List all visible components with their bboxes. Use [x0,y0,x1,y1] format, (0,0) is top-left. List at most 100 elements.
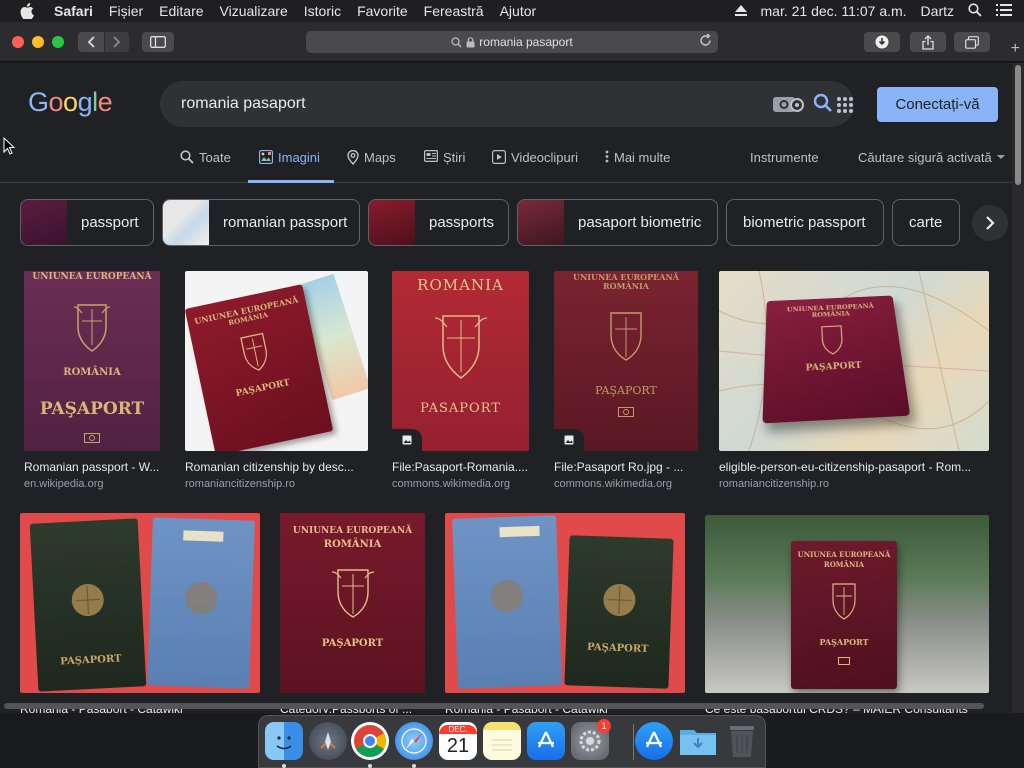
menu-app-safari[interactable]: Safari [54,3,93,19]
new-tab-icon[interactable]: + [1011,40,1020,58]
calendar-icon[interactable]: DEC. 21 [439,722,477,760]
chip-romanian-passport[interactable]: romanian passport [162,199,360,246]
result-title[interactable]: File:Pasaport Ro.jpg - ... [554,460,698,474]
vertical-scrollbar[interactable] [1012,63,1024,713]
chip-passports[interactable]: passports [368,199,509,246]
image-result[interactable]: UNIUNEA EUROPEANĂ ROMÂNIA PAŞAPORT File:… [554,271,698,496]
chip-biometric-passport[interactable]: biometric passport [726,199,884,246]
horizontal-scrollbar[interactable] [4,703,984,709]
back-button[interactable] [78,32,104,52]
passport-eu-text: UNIUNEA EUROPEANĂ [32,272,152,282]
image-result[interactable]: UNIUNEA EUROPEANĂ ROMÂNIA PAŞAPORT Ce es… [705,515,989,713]
apple-menu-icon[interactable] [20,3,38,19]
tab-news[interactable]: Știri [424,150,465,183]
safari-icon[interactable] [395,722,433,760]
passport-doc-text: PAŞAPORT [595,383,657,397]
menu-window[interactable]: Fereastră [424,3,484,19]
window-zoom-button[interactable] [52,36,64,48]
app-store-download-icon[interactable] [635,722,673,760]
result-source[interactable]: romaniancitizenship.ro [185,478,295,490]
window-close-button[interactable] [12,36,24,48]
chip-pasaport-biometric[interactable]: pasaport biometric [517,199,718,246]
share-button[interactable] [910,32,946,52]
passport-eu-text: UNIUNEA EUROPEANĂ [292,526,413,536]
macos-menu-bar: Safari Fișier Editare Vizualizare Istori… [0,0,1024,22]
menubar-clock[interactable]: mar. 21 dec. 11:07 a.m. [761,3,907,19]
notes-icon[interactable] [483,722,521,760]
chrome-icon[interactable] [351,722,389,760]
image-result[interactable]: UNIUNEA EUROPEANĂ ROMÂNIA PAŞAPORT Roman… [185,271,368,496]
image-result[interactable]: UNIUNEA EUROPEANĂ ROMÂNIA PAŞAPORT Categ… [280,513,425,713]
sidebar-toggle-button[interactable] [142,32,174,52]
window-minimize-button[interactable] [32,36,44,48]
search-icon[interactable] [813,93,833,118]
result-image[interactable]: UNIUNEA EUROPEANĂ ROMÂNIA PAŞAPORT [705,515,989,693]
result-title[interactable]: Romanian passport - W... [24,460,160,474]
result-image[interactable]: UNIUNEA EUROPEANĂ ROMÂNIA PAŞAPORT [24,271,160,451]
google-logo[interactable]: Google [28,87,113,118]
result-source[interactable]: en.wikipedia.org [24,478,104,490]
eject-icon[interactable] [734,3,747,19]
tab-more[interactable]: Mai multe [605,150,670,183]
coat-of-arms-icon [490,580,523,613]
tools-button[interactable]: Instrumente [750,150,819,183]
tab-maps[interactable]: Maps [347,150,396,183]
search-box[interactable]: romania pasaport [160,81,854,127]
trash-icon[interactable] [723,722,761,760]
chip-carte[interactable]: carte [892,199,960,246]
result-image[interactable]: UNIUNEA EUROPEANĂ ROMÂNIA PAŞAPORT [280,513,425,693]
launchpad-icon[interactable] [309,722,347,760]
camera-search-icon[interactable] [772,93,804,120]
reload-icon[interactable] [699,33,712,50]
downloads-folder-icon[interactable] [679,722,717,760]
menubar-user[interactable]: Dartz [921,3,954,19]
forward-button[interactable] [105,32,129,52]
scrollbar-thumb[interactable] [1015,65,1021,185]
result-image[interactable]: UNIUNEA EUROPEANĂ ROMÂNIA PAŞAPORT [185,271,368,451]
chip-label: pasaport biometric [578,214,702,231]
result-source[interactable]: commons.wikimedia.org [392,478,510,490]
result-title[interactable]: eligible-person-eu-citizenship-pasaport … [719,460,989,474]
google-apps-icon[interactable] [836,96,854,119]
tab-images[interactable]: Imagini [248,150,334,183]
tab-videos[interactable]: Videoclipuri [492,150,578,183]
control-center-icon[interactable] [996,3,1012,19]
result-image[interactable]: PAŞAPORT [445,513,685,693]
result-source[interactable]: romaniancitizenship.ro [719,478,829,490]
sign-in-button[interactable]: Conectați-vă [877,87,998,122]
menu-view[interactable]: Vizualizare [220,3,288,19]
downloads-button[interactable] [864,32,900,52]
result-title[interactable]: File:Pasaport-Romania.... [392,460,529,474]
lock-icon [466,36,475,47]
passport-doc-text: PAŞAPORT [59,653,122,668]
tab-overview-button[interactable] [954,32,990,52]
image-result[interactable]: UNIUNEA EUROPEANĂ ROMÂNIA PAŞAPORT eligi… [719,271,989,496]
safe-search-button[interactable]: Căutare sigură activată [858,150,1005,183]
app-store-icon[interactable] [527,722,565,760]
search-query[interactable]: romania pasaport [181,95,306,113]
image-result[interactable]: ROMANIA PASAPORT File:Pasaport-Romania..… [392,271,529,496]
image-result[interactable]: UNIUNEA EUROPEANĂ ROMÂNIA PAŞAPORT Roman… [24,271,160,496]
chips-next-button[interactable] [968,199,1012,246]
result-image[interactable]: ​ PAŞAPORT [20,513,260,693]
menu-edit[interactable]: Editare [159,3,203,19]
share-icon [922,34,934,50]
menu-help[interactable]: Ajutor [500,3,537,19]
image-result[interactable]: ​ PAŞAPORT Romania - Pasaport - Catawiki [20,513,260,713]
coat-of-arms-icon [434,314,487,379]
menu-file[interactable]: Fișier [109,3,143,19]
result-source[interactable]: commons.wikimedia.org [554,478,672,490]
result-image[interactable]: UNIUNEA EUROPEANĂ ROMÂNIA PAŞAPORT [719,271,989,451]
logo-letter: o [48,87,64,117]
address-bar[interactable]: romania pasaport [306,31,718,53]
tab-all[interactable]: Toate [180,150,231,183]
menu-bookmarks[interactable]: Favorite [357,3,408,19]
finder-icon[interactable] [265,722,303,760]
chip-passport[interactable]: passport [20,199,154,246]
image-result[interactable]: PAŞAPORT Romania - Pasaport - Catawiki [445,513,685,713]
spotlight-search-icon[interactable] [968,2,982,20]
result-title[interactable]: Romanian citizenship by desc... [185,460,368,474]
menu-history[interactable]: Istoric [304,3,341,19]
result-image[interactable]: ROMANIA PASAPORT [392,271,529,451]
result-image[interactable]: UNIUNEA EUROPEANĂ ROMÂNIA PAŞAPORT [554,271,698,451]
